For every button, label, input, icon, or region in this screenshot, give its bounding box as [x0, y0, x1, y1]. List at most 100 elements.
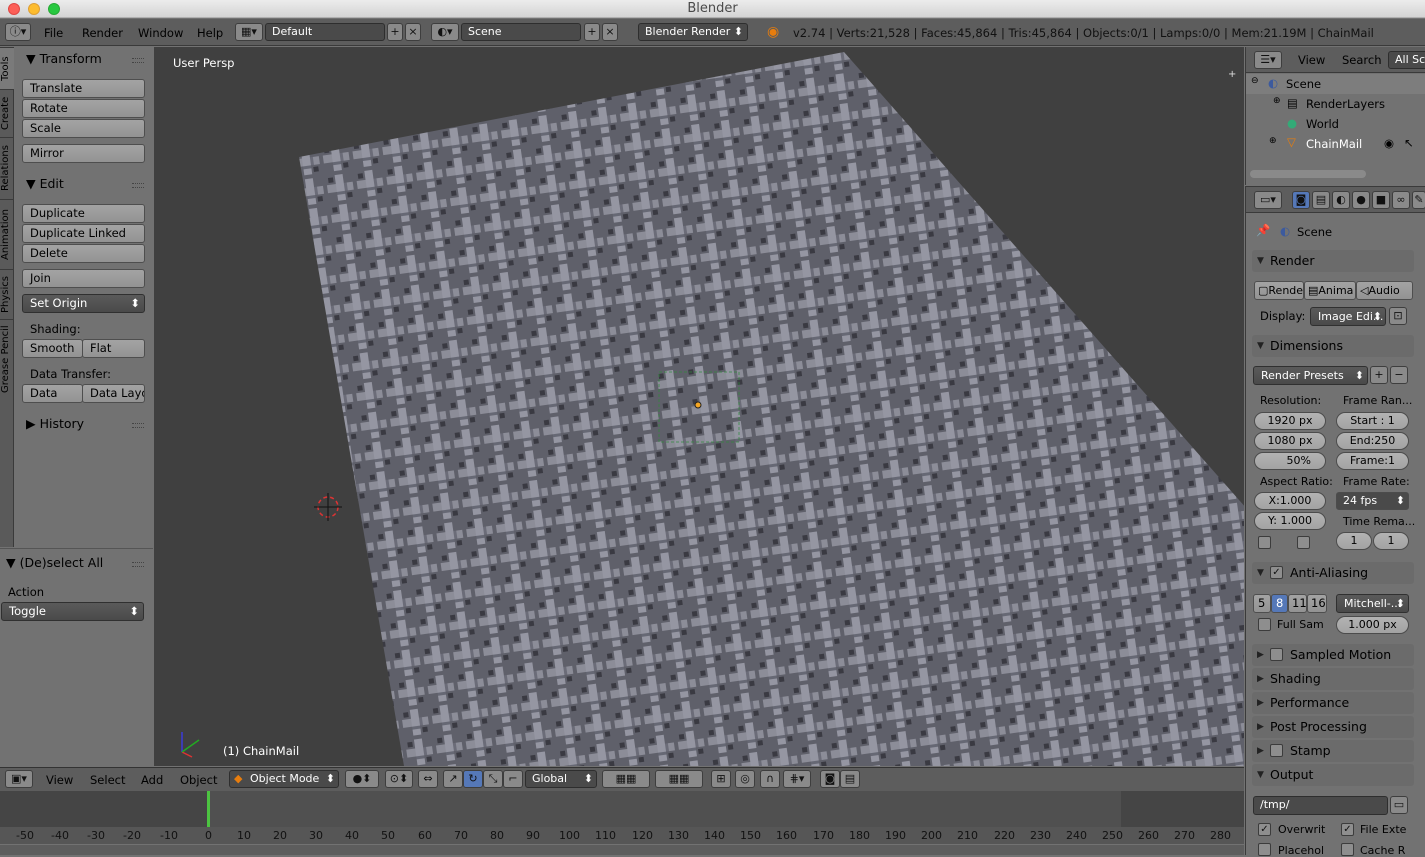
outliner-row-renderlayers[interactable]: ⊕ ▤ RenderLayers — [1246, 94, 1425, 114]
outliner-editor-icon[interactable]: ☰▾ — [1254, 51, 1282, 69]
filter-size-field[interactable]: 1.000 px — [1336, 616, 1409, 634]
manipulator-toggle-icon[interactable]: ⇔ — [418, 770, 438, 788]
scene-layers-grid-2-icon[interactable]: ▦▦ — [655, 770, 703, 788]
flat-button[interactable]: Flat — [82, 339, 145, 358]
panel-grip-icon[interactable] — [132, 183, 144, 188]
resolution-percentage-field[interactable]: 50% — [1254, 452, 1326, 470]
motion-blur-checkbox[interactable] — [1270, 648, 1283, 661]
outliner-view-menu[interactable]: View — [1298, 53, 1325, 67]
folder-icon[interactable]: ▭ — [1390, 796, 1408, 814]
menu-file[interactable]: File — [44, 26, 63, 40]
menu-help[interactable]: Help — [197, 26, 223, 40]
world-context-icon[interactable]: ● — [1352, 191, 1370, 209]
expand-icon[interactable]: ⊕ — [1269, 136, 1277, 146]
render-panel-header[interactable]: ▼ Render — [1252, 250, 1414, 272]
expand-icon[interactable]: ⊕ — [1273, 96, 1281, 106]
view-menu[interactable]: View — [46, 773, 73, 787]
smooth-button[interactable]: Smooth — [22, 339, 83, 358]
outliner-scrollbar[interactable] — [1250, 170, 1366, 178]
minimize-window-button[interactable] — [28, 3, 40, 15]
zoom-window-button[interactable] — [48, 3, 60, 15]
chainmail-object[interactable] — [299, 52, 1244, 766]
select-menu[interactable]: Select — [90, 773, 125, 787]
duplicate-button[interactable]: Duplicate — [22, 204, 145, 223]
delete-button[interactable]: Delete — [22, 244, 145, 263]
object-menu[interactable]: Object — [180, 773, 217, 787]
stamp-panel-header[interactable]: ▶ Stamp — [1252, 740, 1414, 762]
opengl-render-icon[interactable]: ◙ — [820, 770, 840, 788]
performance-panel-header[interactable]: ▶ Performance — [1252, 692, 1414, 714]
remove-preset-icon[interactable]: − — [1390, 366, 1408, 384]
close-window-button[interactable] — [8, 3, 20, 15]
scene-context-icon[interactable]: ◐ — [1332, 191, 1350, 209]
menu-window[interactable]: Window — [138, 26, 183, 40]
aspect-y-field[interactable]: Y: 1.000 — [1254, 512, 1326, 530]
render-image-button[interactable]: ▢Rende — [1254, 281, 1304, 300]
output-path-field[interactable]: /tmp/ — [1253, 796, 1388, 815]
manipulator-extra-icon[interactable]: ⌐ — [503, 770, 523, 788]
outliner-search-menu[interactable]: Search — [1342, 53, 1382, 67]
resolution-x-field[interactable]: 1920 px — [1254, 412, 1326, 430]
aa-filter-dropdown[interactable]: Mitchell-... ⬍ — [1336, 594, 1409, 613]
modifiers-context-icon[interactable]: ✎ — [1412, 191, 1425, 209]
3d-editor-type-icon[interactable]: ▣▾ — [5, 770, 33, 788]
add-menu[interactable]: Add — [141, 773, 163, 787]
history-panel-header[interactable]: ▶ History — [26, 416, 84, 431]
aspect-x-field[interactable]: X:1.000 — [1254, 492, 1326, 510]
tab-physics[interactable]: Physics — [0, 269, 14, 319]
editor-type-info-icon[interactable]: ⓘ▾ — [5, 23, 31, 41]
properties-toggle-icon[interactable]: + — [1228, 69, 1236, 80]
outliner-row-world[interactable]: ● World — [1246, 114, 1425, 134]
3d-cursor-icon[interactable] — [314, 493, 342, 521]
display-dropdown[interactable]: Image Edi... ⬍ — [1310, 307, 1386, 326]
layers-context-icon[interactable]: ▤ — [1312, 191, 1330, 209]
add-layout-icon[interactable]: + — [387, 23, 403, 41]
add-scene-icon[interactable]: + — [584, 23, 600, 41]
post-processing-panel-header[interactable]: ▶ Post Processing — [1252, 716, 1414, 738]
add-preset-icon[interactable]: + — [1370, 366, 1388, 384]
scale-manipulator-icon[interactable]: ⤡ — [483, 770, 503, 788]
outliner-row-chainmail[interactable]: ⊕ ▽ ChainMail ◉ ↖ — [1246, 134, 1425, 154]
aa-samples-11[interactable]: 11 — [1288, 594, 1307, 613]
remove-scene-icon[interactable]: × — [602, 23, 618, 41]
frame-end-field[interactable]: End:250 — [1336, 432, 1409, 450]
edit-panel-header[interactable]: ▼ Edit — [26, 176, 64, 191]
tab-grease-pencil[interactable]: Grease Pencil — [0, 319, 14, 399]
anti-aliasing-panel-header[interactable]: ▼ ✓ Anti-Aliasing — [1252, 562, 1414, 584]
scene-field[interactable]: Scene — [461, 23, 581, 41]
render-context-icon[interactable]: ◙ — [1292, 191, 1310, 209]
scene-icon[interactable]: ◐▾ — [431, 23, 459, 41]
interaction-mode-dropdown[interactable]: ◆ Object Mode ⬍ — [229, 770, 339, 788]
lock-layers-icon[interactable]: ⊞ — [711, 770, 731, 788]
outliner-row-scene[interactable]: ⊖ ◐ Scene — [1246, 74, 1425, 94]
aa-samples-16[interactable]: 16 — [1307, 594, 1327, 613]
operator-panel-header[interactable]: ▼ (De)select All — [6, 555, 103, 570]
lock-interface-icon[interactable]: ⊡ — [1389, 307, 1407, 325]
translate-manipulator-icon[interactable]: ↗ — [443, 770, 463, 788]
menu-render[interactable]: Render — [82, 26, 123, 40]
collapse-icon[interactable]: ⊖ — [1251, 76, 1259, 86]
visibility-eye-icon[interactable]: ◉ — [1384, 136, 1394, 150]
current-frame-indicator[interactable] — [207, 791, 210, 827]
properties-editor-icon[interactable]: ▭▾ — [1254, 191, 1282, 209]
proportional-edit-icon[interactable]: ◎ — [735, 770, 755, 788]
render-audio-button[interactable]: ◁Audio — [1356, 281, 1413, 300]
rotate-button[interactable]: Rotate — [22, 99, 145, 118]
aa-samples-5[interactable]: 5 — [1253, 594, 1271, 613]
screen-layout-field[interactable]: Default — [265, 23, 385, 41]
time-remap-new-field[interactable]: 1 — [1373, 532, 1409, 550]
pin-icon[interactable]: 📌 — [1256, 223, 1270, 237]
motion-blur-panel-header[interactable]: ▶Sampled Motion Blur — [1252, 644, 1414, 684]
duplicate-linked-button[interactable]: Duplicate Linked — [22, 224, 145, 243]
outliner-filter-dropdown[interactable]: All Sc — [1388, 51, 1425, 69]
constraints-context-icon[interactable]: ∞ — [1392, 191, 1410, 209]
snap-element-icon[interactable]: ⋕▾ — [783, 770, 811, 788]
data-transfer-button[interactable]: Data — [22, 384, 83, 403]
border-checkbox[interactable] — [1258, 536, 1271, 549]
dimensions-panel-header[interactable]: ▼ Dimensions — [1252, 335, 1414, 357]
translate-button[interactable]: Translate — [22, 79, 145, 98]
rotate-manipulator-icon[interactable]: ↻ — [463, 770, 483, 788]
stamp-checkbox[interactable] — [1270, 744, 1283, 757]
full-sample-checkbox[interactable] — [1258, 618, 1271, 631]
overwrite-checkbox[interactable]: ✓ — [1258, 823, 1271, 836]
